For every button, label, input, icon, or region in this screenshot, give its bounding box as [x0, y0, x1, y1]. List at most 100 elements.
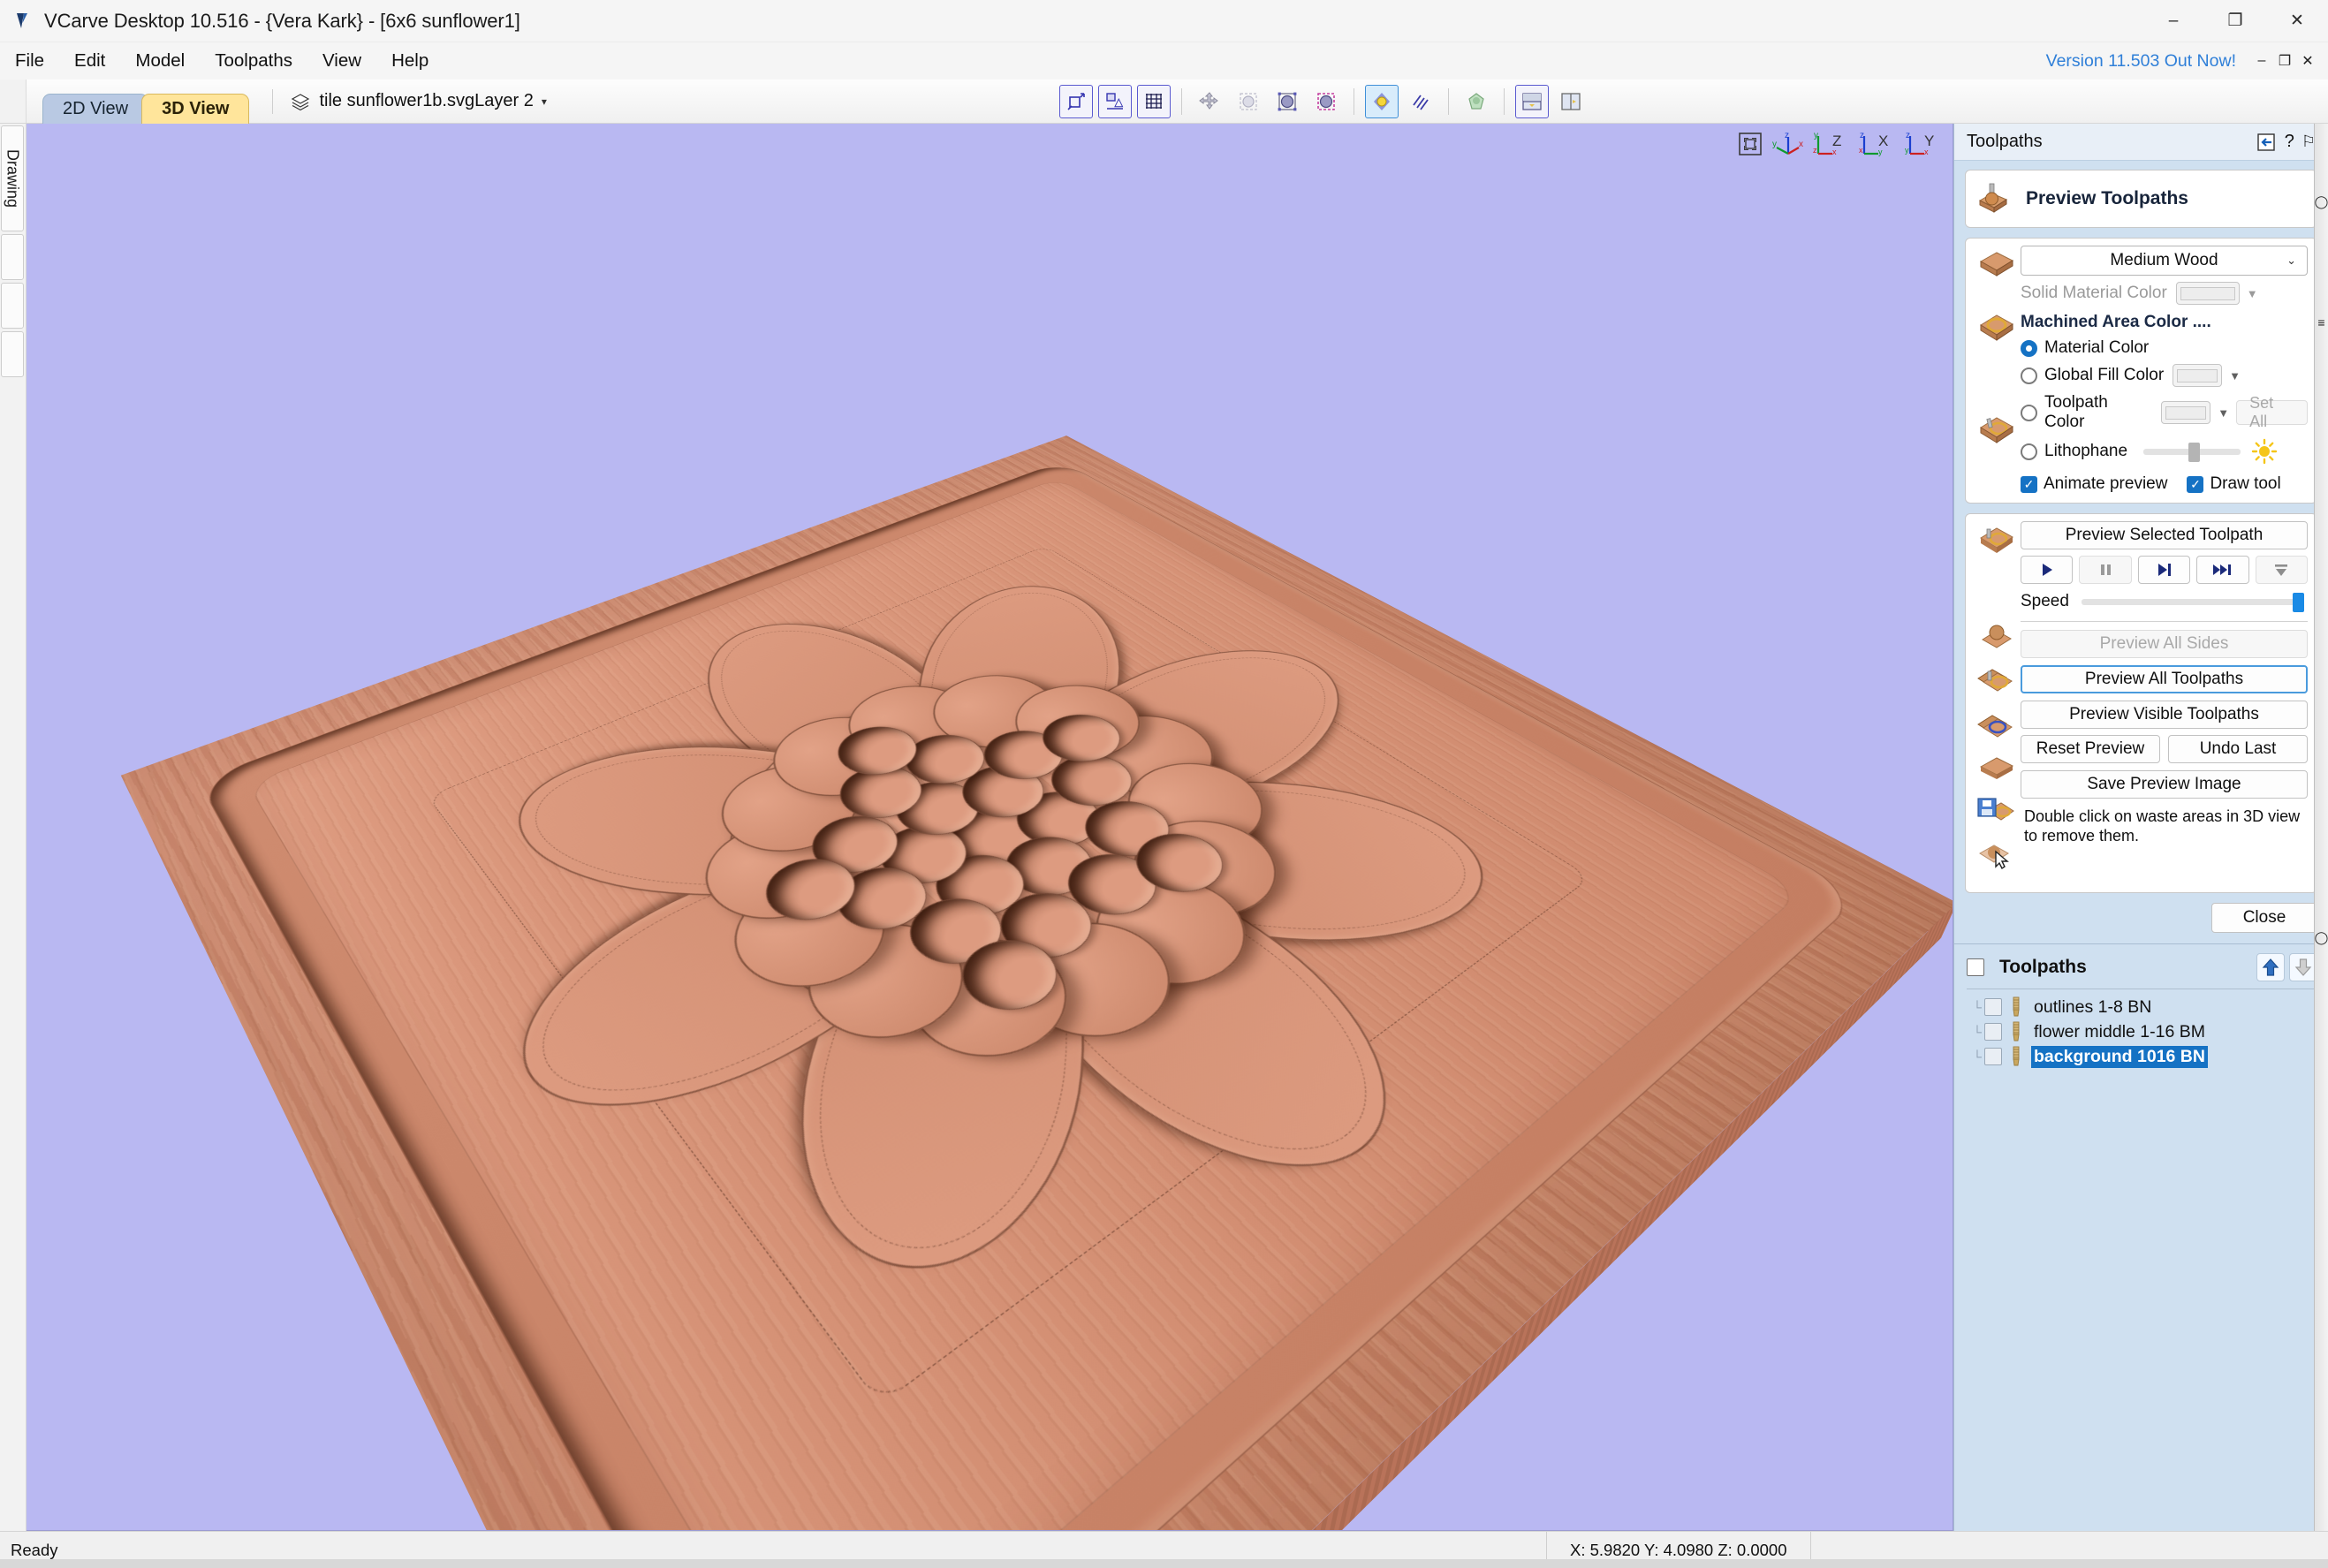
left-tab-rail: Drawing — [0, 124, 27, 1531]
split-view-vertical-icon[interactable] — [1554, 85, 1588, 118]
collapsed-toolbar-icon[interactable]: ≡ — [2317, 315, 2324, 330]
toolpath-visibility-checkbox[interactable] — [1984, 1023, 2002, 1041]
fast-forward-button[interactable] — [2196, 556, 2248, 584]
menu-view[interactable]: View — [307, 47, 376, 75]
pause-button[interactable] — [2079, 556, 2131, 584]
view-x-icon[interactable]: z x y X — [1859, 131, 1896, 157]
lithophane-brightness-slider[interactable] — [2143, 449, 2241, 455]
material-color-group: Medium Wood ⌄ Solid Material Color ▼ Mac… — [1966, 239, 2317, 503]
split-view-horizontal-icon[interactable] — [1515, 85, 1549, 118]
material-select[interactable]: Medium Wood ⌄ — [2021, 246, 2308, 276]
preview-all-sides-button[interactable]: Preview All Sides — [2021, 630, 2308, 658]
window-close-button[interactable]: ✕ — [2266, 0, 2328, 42]
3d-viewport[interactable]: z y x y z x Z z x y X z y x Y — [27, 124, 1953, 1531]
preview-all-toolpaths-button[interactable]: Preview All Toolpaths — [2021, 665, 2308, 693]
radio-global-fill-color[interactable] — [2021, 367, 2037, 384]
menu-toolpaths[interactable]: Toolpaths — [200, 47, 307, 75]
slider-thumb[interactable] — [2293, 593, 2304, 612]
toolpath-visibility-checkbox[interactable] — [1984, 1048, 2002, 1065]
zoom-to-fit-icon[interactable] — [1059, 85, 1093, 118]
menu-edit[interactable]: Edit — [59, 47, 120, 75]
version-update-link[interactable]: Version 11.503 Out Now! — [2046, 51, 2236, 72]
toolpaths-master-checkbox[interactable] — [1967, 958, 1984, 976]
iso-axis-icon[interactable]: z y x — [1772, 131, 1804, 157]
selected-object-view-icon[interactable] — [1309, 85, 1343, 118]
dock-title: Toolpaths — [1967, 132, 2249, 152]
seed-pocket — [1050, 843, 1174, 928]
pan-view-icon[interactable] — [1193, 85, 1226, 118]
preview-visible-toolpaths-button[interactable]: Preview Visible Toolpaths — [2021, 701, 2308, 729]
machined-area-option-lithophane[interactable]: Lithophane — [2021, 438, 2308, 465]
toggle-grid-icon[interactable] — [1137, 85, 1171, 118]
finish-button[interactable] — [2256, 556, 2308, 584]
list-item[interactable]: └ background 1016 BN — [1970, 1044, 2328, 1069]
carved-preview-model[interactable] — [27, 124, 1953, 1530]
preview-selected-toolpath-button[interactable]: Preview Selected Toolpath — [2021, 521, 2308, 549]
view-y-icon[interactable]: z y x Y — [1905, 131, 1942, 157]
list-item[interactable]: └ outlines 1-8 BN — [1970, 995, 2328, 1019]
rail-tab-2[interactable] — [1, 234, 24, 280]
vcarve-logo-icon — [12, 10, 35, 33]
view-z-icon[interactable]: y z x Z — [1813, 131, 1850, 157]
isometric-view-icon[interactable] — [1270, 85, 1304, 118]
draw-toolpaths-icon[interactable] — [1404, 85, 1437, 118]
shade-model-icon[interactable] — [1365, 85, 1399, 118]
step-button[interactable] — [2138, 556, 2190, 584]
close-button[interactable]: Close — [2211, 903, 2317, 933]
rail-tab-drawing[interactable]: Drawing — [1, 125, 24, 231]
flower-petal — [476, 799, 1022, 1167]
radio-global-fill-color-label: Global Fill Color — [2044, 366, 2164, 385]
chevron-down-icon[interactable]: ▼ — [2218, 406, 2229, 420]
document-close-button[interactable]: ✕ — [2298, 48, 2317, 74]
chevron-down-icon[interactable]: ▼ — [2247, 287, 2258, 300]
draw-tool-checkbox[interactable]: ✓ — [2187, 476, 2203, 493]
menu-file[interactable]: File — [0, 47, 59, 75]
help-icon[interactable]: ? — [2285, 132, 2294, 152]
material-top-face — [121, 436, 1953, 1531]
machined-area-option-global-fill-color[interactable]: Global Fill Color ▼ — [2021, 364, 2308, 387]
collapsed-toolbar-icon[interactable]: ◯ — [2315, 930, 2328, 945]
rail-tab-4[interactable] — [1, 331, 24, 377]
window-minimize-button[interactable]: – — [2142, 0, 2204, 42]
radio-material-color[interactable] — [2021, 340, 2037, 357]
tab-2d-view[interactable]: 2D View — [42, 94, 148, 124]
status-message: Ready — [0, 1541, 1546, 1560]
undock-panel-icon[interactable] — [2256, 133, 2278, 152]
save-preview-image-button[interactable]: Save Preview Image — [2021, 770, 2308, 799]
menu-help[interactable]: Help — [376, 47, 444, 75]
reset-preview-button[interactable]: Reset Preview — [2021, 735, 2160, 763]
solid-material-color-picker[interactable] — [2176, 282, 2240, 305]
list-item[interactable]: └ flower middle 1-16 BM — [1970, 1019, 2328, 1044]
chevron-down-icon[interactable]: ▼ — [2229, 369, 2241, 383]
global-fill-color-picker[interactable] — [2173, 364, 2222, 387]
collapsed-toolbar-icon[interactable]: ◯ — [2315, 194, 2328, 209]
toolpath-visibility-checkbox[interactable] — [1984, 998, 2002, 1016]
machined-area-option-material-color[interactable]: Material Color — [2021, 338, 2308, 358]
play-button[interactable] — [2021, 556, 2073, 584]
machined-area-option-toolpath-color[interactable]: Toolpath Color ▼ Set All — [2021, 393, 2308, 432]
speed-slider[interactable] — [2082, 599, 2304, 605]
window-maximize-button[interactable]: ❐ — [2204, 0, 2266, 42]
zoom-to-selection-icon[interactable] — [1098, 85, 1132, 118]
arrow-up-icon[interactable] — [2256, 953, 2285, 981]
zoom-object-icon[interactable] — [1232, 85, 1265, 118]
toolpath-color-picker[interactable] — [2161, 401, 2210, 424]
tab-3d-view[interactable]: 3D View — [141, 94, 249, 124]
rail-tab-3[interactable] — [1, 283, 24, 329]
transparent-model-icon[interactable] — [1460, 85, 1493, 118]
animate-preview-checkbox[interactable]: ✓ — [2021, 476, 2037, 493]
undo-last-button[interactable]: Undo Last — [2168, 735, 2308, 763]
radio-toolpath-color[interactable] — [2021, 405, 2037, 421]
all-toolpaths-icon — [1976, 663, 2017, 696]
layer-selector[interactable]: tile sunflower1b.svgLayer 2 ▾ — [291, 91, 546, 111]
document-restore-button[interactable]: ❐ — [2275, 48, 2294, 74]
svg-text:y: y — [1905, 146, 1909, 155]
document-minimize-button[interactable]: – — [2252, 48, 2271, 74]
zoom-extents-icon[interactable] — [1737, 131, 1763, 157]
save-image-icon — [1976, 795, 2017, 827]
set-all-button[interactable]: Set All — [2236, 400, 2308, 425]
radio-lithophane[interactable] — [2021, 443, 2037, 460]
slider-thumb[interactable] — [2188, 443, 2200, 462]
menu-model[interactable]: Model — [120, 47, 200, 75]
seed-pocket — [821, 856, 944, 943]
